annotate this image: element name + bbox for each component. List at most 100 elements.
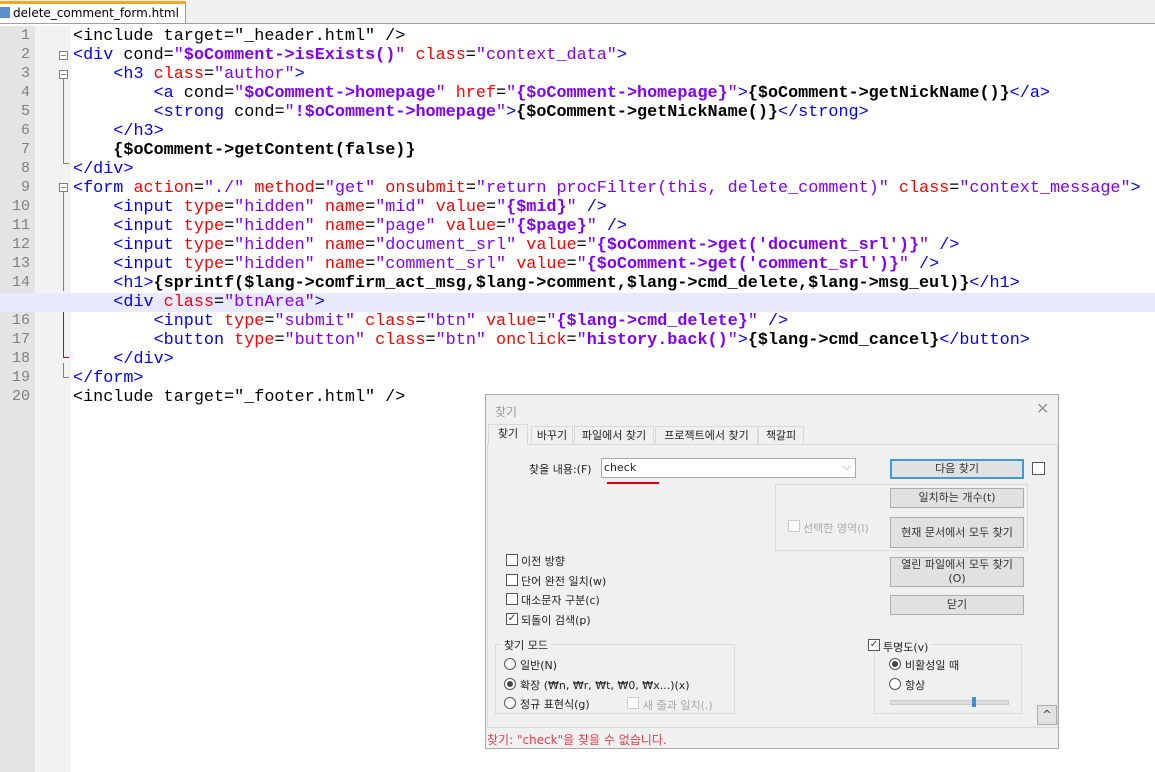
code-line[interactable]: <strong cond="!$oComment->homepage">{$oC… [0, 103, 1155, 122]
code-line[interactable]: </form> [0, 369, 1155, 388]
option-label: 이전 방향 [521, 555, 565, 568]
code-line[interactable]: <include target="_header.html" /> [0, 27, 1155, 46]
option-checkbox[interactable]: ✓ [506, 612, 518, 625]
search-mode-radio[interactable] [504, 658, 516, 670]
code-token: > [1130, 179, 1141, 198]
code-text: {$oComment->getContent(false)} [73, 141, 415, 160]
code-token: > [506, 103, 517, 122]
option-checkbox[interactable] [506, 593, 518, 605]
code-line[interactable]: <div class="btnArea"> [0, 293, 1155, 312]
find-next-button[interactable]: 다음 찾기 [890, 459, 1024, 479]
code-token: <div [73, 46, 124, 65]
search-mode-radio[interactable] [504, 697, 516, 709]
code-token: = [415, 312, 426, 331]
transparency-inactive-radio[interactable] [889, 658, 901, 670]
code-token: type [183, 236, 225, 255]
code-line[interactable]: </h3> [0, 122, 1155, 141]
close-icon[interactable]: ✕ [1036, 399, 1049, 418]
code-text: <h1>{sprintf($lang->comfirm_act_msg,$lan… [73, 274, 1019, 293]
collapse-button[interactable]: ^ [1037, 705, 1057, 725]
code-token: method [254, 179, 315, 198]
code-line[interactable]: <button type="button" class="btn" onclic… [0, 331, 1155, 350]
code-token: " [566, 198, 587, 217]
code-line[interactable]: <input type="submit" class="btn" value="… [0, 312, 1155, 331]
transparency-always-radio[interactable] [889, 678, 901, 690]
option-checkbox[interactable] [506, 554, 518, 566]
code-token: /> [586, 198, 607, 217]
dot-newline-checkbox[interactable] [627, 697, 639, 709]
in-selection-checkbox[interactable] [788, 520, 800, 532]
find-what-combobox[interactable]: check ⌵ [601, 458, 856, 478]
code-token: value [445, 217, 497, 236]
code-token: = [365, 198, 376, 217]
code-token: " [173, 46, 184, 65]
code-line[interactable]: <a cond="$oComment->homepage" href="{$oC… [0, 84, 1155, 103]
chevron-down-icon[interactable]: ⌵ [843, 460, 851, 474]
find-dialog: 찾기 ✕ 찾기 바꾸기 파일에서 찾기 프로젝트에서 찾기 책갈피 찾을 내용:… [485, 394, 1059, 749]
find-what-label: 찾을 내용:(F) [529, 463, 592, 476]
option-label: 대소문자 구분(c) [521, 594, 600, 607]
find-next-option-checkbox[interactable] [1032, 462, 1045, 475]
code-token: = [496, 84, 507, 103]
tab-replace[interactable]: 바꾸기 [531, 426, 573, 444]
code-line[interactable]: </div> [0, 350, 1155, 369]
code-line[interactable]: <h1>{sprintf($lang->comfirm_act_msg,$lan… [0, 274, 1155, 293]
slider-thumb[interactable] [972, 697, 977, 707]
code-token: <h1> [113, 274, 154, 293]
code-text: </div> [73, 160, 133, 179]
code-line[interactable]: <h3 class="author"> [0, 65, 1155, 84]
code-token: > [616, 46, 627, 65]
transparency-slider[interactable] [890, 697, 1009, 707]
code-token: " [727, 84, 738, 103]
code-line[interactable]: <input type="hidden" name="page" value="… [0, 217, 1155, 236]
status-message: 찾기: "check"을 찾을 수 없습니다. [487, 733, 667, 747]
tab-find-in-files[interactable]: 파일에서 찾기 [574, 426, 654, 444]
code-token: class [153, 65, 204, 84]
code-token: class [898, 179, 950, 198]
find-all-open-button[interactable]: 열린 파일에서 모두 찾기 (O) [890, 557, 1024, 587]
option-checkbox[interactable] [506, 573, 518, 586]
code-line[interactable]: <div cond="$oComment->isExists()" class=… [0, 46, 1155, 65]
code-line[interactable]: <form action="./" method="get" onsubmit=… [0, 179, 1155, 198]
code-token: " [234, 84, 245, 103]
code-token: " [496, 198, 507, 217]
transparency-checkbox[interactable]: ✓ [868, 639, 880, 651]
code-line[interactable]: <input type="hidden" name="document_srl"… [0, 236, 1155, 255]
code-token: " [576, 331, 587, 350]
file-tab[interactable]: delete_comment_form.html✕ [0, 1, 186, 40]
transparency-always-label: 항상 [905, 679, 926, 692]
code-line[interactable]: {$oComment->getContent(false)} [0, 141, 1155, 160]
code-token: {$oComment->getContent(false)} [113, 141, 416, 160]
tab-mark[interactable]: 책갈피 [758, 426, 804, 444]
code-token: <include target="_footer.html" /> [73, 388, 406, 407]
code-token: > [737, 84, 748, 103]
close-button[interactable]: 닫기 [890, 595, 1024, 615]
tab-find-in-projects[interactable]: 프로젝트에서 찾기 [655, 426, 758, 444]
tab-find[interactable]: 찾기 [488, 424, 528, 445]
find-all-current-button[interactable]: 현재 문서에서 모두 찾기 [890, 517, 1024, 548]
code-text: <include target="_header.html" /> [73, 27, 405, 46]
code-token: class [365, 312, 416, 331]
code-token: = [314, 179, 325, 198]
search-mode-label: 확장 (₩n, ₩r, ₩t, ₩0, ₩x...)(x) [520, 678, 690, 692]
code-line[interactable]: <input type="hidden" name="comment_srl" … [0, 255, 1155, 274]
count-button[interactable]: 일치하는 개수(t) [890, 488, 1024, 508]
code-text: <input type="hidden" name="document_srl"… [73, 236, 959, 255]
code-token: = [566, 331, 577, 350]
code-token: /> [606, 217, 628, 236]
code-line[interactable]: </div> [0, 160, 1155, 179]
code-token: <input [113, 198, 184, 217]
code-line[interactable]: <input type="hidden" name="mid" value="{… [0, 198, 1155, 217]
search-mode-radio[interactable] [504, 677, 516, 690]
spellcheck-underline [607, 482, 659, 484]
code-text: <input type="hidden" name="mid" value="{… [73, 198, 607, 217]
code-token: name [324, 255, 366, 274]
code-token: " [284, 103, 295, 122]
code-token: "hidden" [234, 236, 325, 255]
